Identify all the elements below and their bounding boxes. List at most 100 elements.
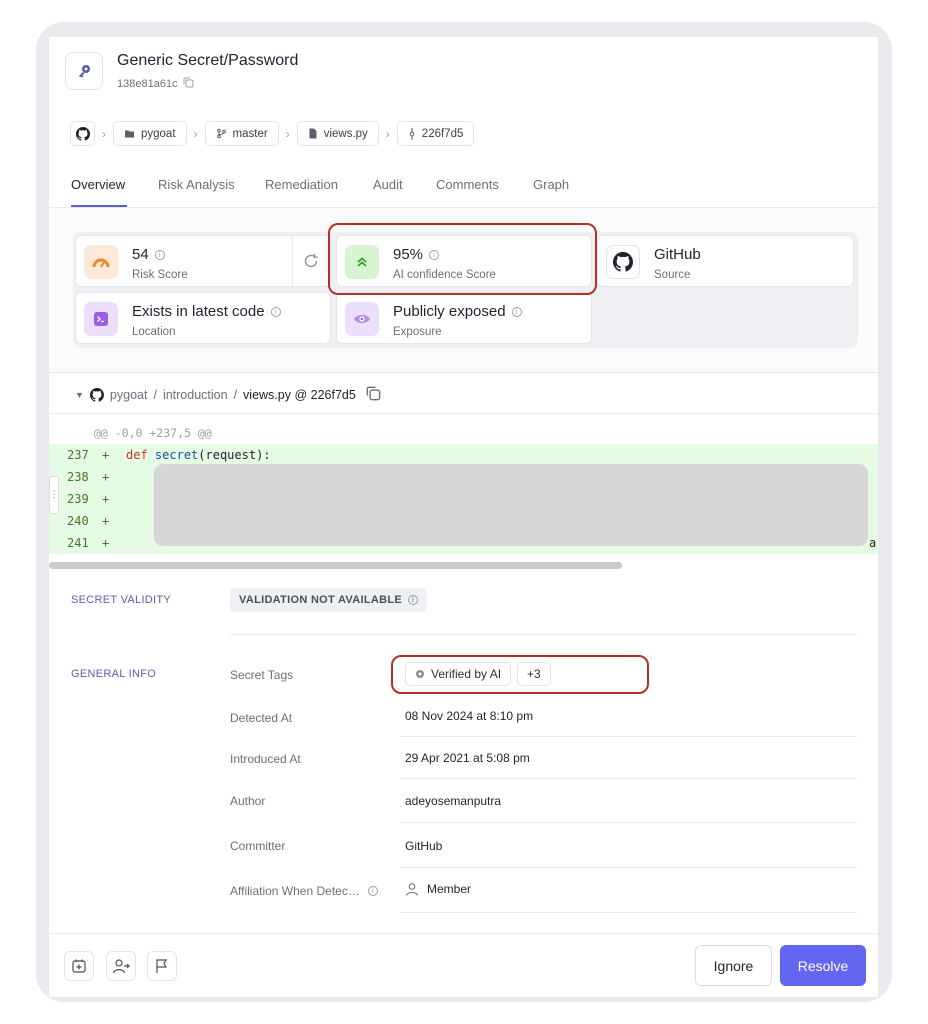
info-icon[interactable]: i: [408, 595, 419, 605]
action-footer: Ignore Resolve: [49, 933, 878, 997]
tab-remediation[interactable]: Remediation: [265, 177, 338, 192]
code-diff: @@ -0,0 +237,5 @@ 237 + def secret(reque…: [49, 414, 878, 570]
tab-overview[interactable]: Overview: [71, 177, 125, 192]
divider: [400, 822, 857, 823]
add-ticket-button[interactable]: [64, 951, 94, 981]
risk-score-label: Risk Score: [132, 269, 188, 281]
tags-highlight: [391, 655, 649, 694]
chevron-right-icon: ›: [193, 126, 198, 141]
affiliation-value-row: Member: [405, 882, 471, 896]
divider: [400, 778, 857, 779]
line-number: 237: [67, 448, 89, 462]
code-text: def secret(request):: [126, 448, 271, 462]
location-label: Location: [132, 326, 176, 338]
code-rest: (request):: [198, 448, 271, 462]
risk-score-card[interactable]: 54 i Risk Score: [75, 235, 331, 288]
crumb-repo[interactable]: pygoat: [113, 121, 187, 146]
code-tail: a: [869, 536, 877, 550]
ai-confidence-highlight: [328, 223, 597, 295]
tab-audit[interactable]: Audit: [373, 177, 403, 192]
detected-at-label: Detected At: [230, 711, 293, 725]
crumb-github[interactable]: [70, 121, 95, 146]
chevron-right-icon: ›: [285, 126, 290, 141]
introduced-at-label: Introduced At: [230, 752, 301, 766]
tab-risk-analysis[interactable]: Risk Analysis: [158, 177, 235, 192]
info-icon[interactable]: i: [367, 886, 378, 896]
file-path: ▼ pygoat / introduction / views.py @ 226…: [75, 386, 381, 404]
exposure-label: Exposure: [393, 326, 442, 338]
path-file-ref: views.py @ 226f7d5: [243, 388, 356, 402]
copy-icon[interactable]: [366, 386, 381, 404]
info-icon[interactable]: i: [511, 306, 522, 317]
line-sign: +: [102, 536, 110, 550]
line-sign: +: [102, 514, 110, 528]
validation-badge: VALIDATION NOT AVAILABLE i: [230, 588, 428, 612]
github-icon: [75, 126, 90, 141]
code-line: 237 + def secret(request):: [49, 444, 878, 466]
folder-icon: [125, 130, 134, 138]
card-divider: [292, 236, 293, 288]
file-header: ▼ pygoat / introduction / views.py @ 226…: [49, 372, 878, 414]
file-icon: [309, 128, 317, 139]
exposure-value: Publicly exposed: [393, 303, 506, 320]
ignore-button[interactable]: Ignore: [695, 945, 772, 986]
user-icon: [406, 883, 418, 896]
crumb-commit[interactable]: 226f7d5: [396, 121, 475, 146]
exposure-value-row: Publicly exposed i: [393, 303, 522, 320]
commit-icon: [409, 127, 415, 140]
line-number: 239: [67, 492, 89, 506]
introduced-at-value: 29 Apr 2021 at 5:08 pm: [405, 751, 530, 765]
resolve-button[interactable]: Resolve: [780, 945, 866, 986]
copy-icon[interactable]: [183, 77, 194, 91]
line-number: 240: [67, 514, 89, 528]
secret-id: 138e81a61c: [117, 77, 194, 91]
tab-graph[interactable]: Graph: [533, 177, 569, 192]
source-card[interactable]: GitHub Source: [597, 235, 854, 287]
code-keyword: def: [126, 448, 148, 462]
tab-comments[interactable]: Comments: [436, 177, 499, 192]
refresh-icon[interactable]: [303, 253, 319, 274]
path-separator: /: [153, 388, 157, 402]
breadcrumb: › pygoat › master › views.py › 226f7d5: [70, 121, 475, 146]
committer-value: GitHub: [405, 839, 443, 853]
chevron-right-icon: ›: [385, 126, 390, 141]
location-card[interactable]: Exists in latest code i Location: [75, 292, 331, 344]
crumb-branch-label: master: [232, 127, 268, 140]
info-icon[interactable]: i: [270, 306, 281, 317]
hunk-header: @@ -0,0 +237,5 @@: [94, 426, 212, 440]
divider: [400, 867, 857, 868]
source-value: GitHub: [654, 246, 701, 263]
crumb-branch[interactable]: master: [204, 121, 279, 146]
page-title: Generic Secret/Password: [117, 52, 299, 69]
crumb-repo-label: pygoat: [141, 127, 176, 140]
divider: [230, 634, 857, 635]
horizontal-scrollbar[interactable]: [49, 562, 622, 569]
gauge-icon: [84, 245, 118, 279]
location-value-row: Exists in latest code i: [132, 303, 281, 320]
author-label: Author: [230, 794, 266, 808]
caret-down-icon[interactable]: ▼: [75, 390, 84, 400]
crumb-file[interactable]: views.py: [296, 121, 379, 146]
info-icon[interactable]: i: [154, 249, 165, 260]
exposure-card[interactable]: Publicly exposed i Exposure: [336, 292, 592, 344]
secret-tags-label: Secret Tags: [230, 668, 294, 682]
affiliation-label: Affiliation When Detec…: [230, 884, 360, 898]
active-tab-indicator: [71, 205, 127, 207]
tab-bar: Overview Risk Analysis Remediation Audit…: [49, 172, 878, 208]
line-sign: +: [102, 470, 110, 484]
line-sign: +: [102, 448, 110, 462]
assign-user-button[interactable]: [106, 951, 136, 981]
secret-id-text: 138e81a61c: [117, 78, 178, 90]
committer-label: Committer: [230, 839, 286, 853]
path-separator: /: [233, 388, 238, 402]
affiliation-value: Member: [427, 882, 472, 896]
user-arrow-icon: [112, 959, 130, 974]
validation-badge-text: VALIDATION NOT AVAILABLE: [239, 594, 403, 606]
affiliation-label-row: Affiliation When Detec… i: [230, 884, 378, 898]
terminal-icon: [84, 302, 118, 336]
general-info-heading: GENERAL INFO: [71, 668, 157, 680]
path-repo: pygoat: [109, 388, 148, 402]
flag-button[interactable]: [147, 951, 177, 981]
drag-handle-icon[interactable]: ⋮: [49, 476, 59, 514]
author-value: adeyosemanputra: [405, 794, 502, 808]
